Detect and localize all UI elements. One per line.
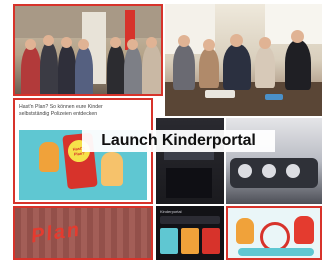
phone-screenshot-tile: Kinderportal: [156, 206, 224, 260]
meeting-photo-tile: [165, 4, 322, 116]
phone-heading: Kinderportal: [160, 209, 182, 214]
group-photo-tile: [13, 4, 163, 96]
article-headline: Hast'n Plan? So können eure Kinder selbs…: [19, 104, 103, 117]
illustration-tile: [226, 206, 322, 260]
collage-title: Launch Kinderportal: [101, 132, 256, 149]
collage: Hast'n Plan? So können eure Kinder selbs…: [0, 0, 327, 262]
pavement-photo-tile: Plan: [13, 206, 153, 260]
title-banner: Launch Kinderportal: [82, 130, 275, 152]
